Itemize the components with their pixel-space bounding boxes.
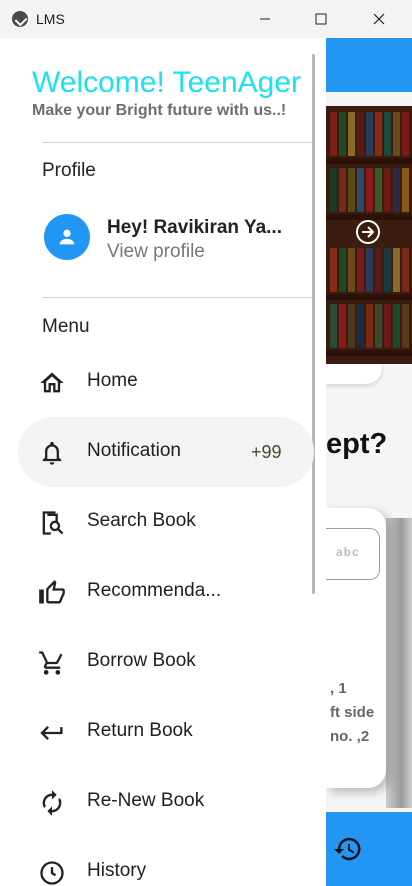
menu-item-renew-book[interactable]: Re-New Book <box>18 767 314 837</box>
title-bar: LMS <box>0 0 412 38</box>
search-book-icon <box>42 511 64 535</box>
history-icon <box>334 837 361 861</box>
refresh-icon <box>42 790 62 816</box>
answer-input-placeholder: abc <box>336 545 360 559</box>
close-icon <box>373 13 385 25</box>
menu-item-label: Borrow Book <box>87 650 196 671</box>
shelf-row <box>326 302 412 350</box>
shelf-row <box>326 246 412 294</box>
menu-item-label: Recommenda... <box>87 580 222 601</box>
thumbs-up-icon <box>39 580 65 604</box>
history-nav-button[interactable] <box>333 834 363 869</box>
profile-section-label: Profile <box>42 160 96 181</box>
card-shadow <box>386 518 412 808</box>
next-arrow-button[interactable] <box>356 220 380 244</box>
menu-item-borrow-book[interactable]: Borrow Book <box>18 627 314 697</box>
navigation-drawer: Welcome! TeenAger Make your Bright futur… <box>0 38 326 886</box>
welcome-title: Welcome! TeenAger <box>32 66 302 99</box>
quiz-text-line: , 1 <box>330 680 347 697</box>
bell-icon <box>42 441 62 465</box>
menu-item-return-book[interactable]: Return Book <box>18 697 314 767</box>
menu-item-home[interactable]: Home <box>18 347 314 417</box>
shelf-row <box>326 166 412 214</box>
menu-item-label: Re-New Book <box>87 790 205 811</box>
home-icon <box>40 372 64 393</box>
menu-item-recommendation[interactable]: Recommenda... <box>18 557 314 627</box>
minimize-icon <box>260 18 270 20</box>
menu-item-label: Return Book <box>87 720 193 741</box>
bottom-nav-bar <box>326 812 412 886</box>
menu-item-history[interactable]: History <box>18 837 314 886</box>
avatar[interactable] <box>44 214 90 260</box>
menu-item-label: Notification <box>87 440 181 461</box>
history-icon <box>40 861 64 885</box>
banner-card <box>326 364 382 384</box>
quiz-text-line: ft side <box>330 704 375 721</box>
tagline: Make your Bright future with us..! <box>32 102 287 119</box>
menu-item-label: Search Book <box>87 510 196 531</box>
app-logo-icon <box>12 11 28 27</box>
menu-section-label: Menu <box>42 316 90 337</box>
view-profile-link[interactable]: View profile <box>107 241 205 263</box>
maximize-button[interactable] <box>298 0 344 38</box>
shelf-board <box>326 350 412 356</box>
answer-input[interactable]: abc <box>326 528 380 580</box>
shelf-board <box>326 158 412 164</box>
menu-item-label: History <box>87 860 147 881</box>
menu-item-notification[interactable]: Notification +99 <box>18 417 314 487</box>
quiz-heading: ept? <box>326 428 388 460</box>
divider <box>42 297 312 298</box>
return-arrow-icon <box>40 726 63 740</box>
maximize-icon <box>315 13 327 25</box>
library-banner-image[interactable] <box>326 106 412 364</box>
cart-icon <box>39 651 63 675</box>
menu-item-label: Home <box>87 370 138 391</box>
profile-name: Hey! Ravikiran Ya... <box>107 217 282 238</box>
notification-count-badge: +99 <box>251 442 282 462</box>
menu-item-search-book[interactable]: Search Book <box>18 487 314 557</box>
window-title: LMS <box>36 11 65 27</box>
quiz-text-line: no. ,2 <box>330 728 370 745</box>
person-icon <box>59 229 75 245</box>
shelf-board <box>326 294 412 300</box>
shelf-row <box>326 110 412 158</box>
minimize-button[interactable] <box>242 0 288 38</box>
app-bar <box>326 38 412 92</box>
close-button[interactable] <box>356 0 402 38</box>
arrow-right-icon <box>362 226 375 238</box>
divider <box>42 142 312 143</box>
